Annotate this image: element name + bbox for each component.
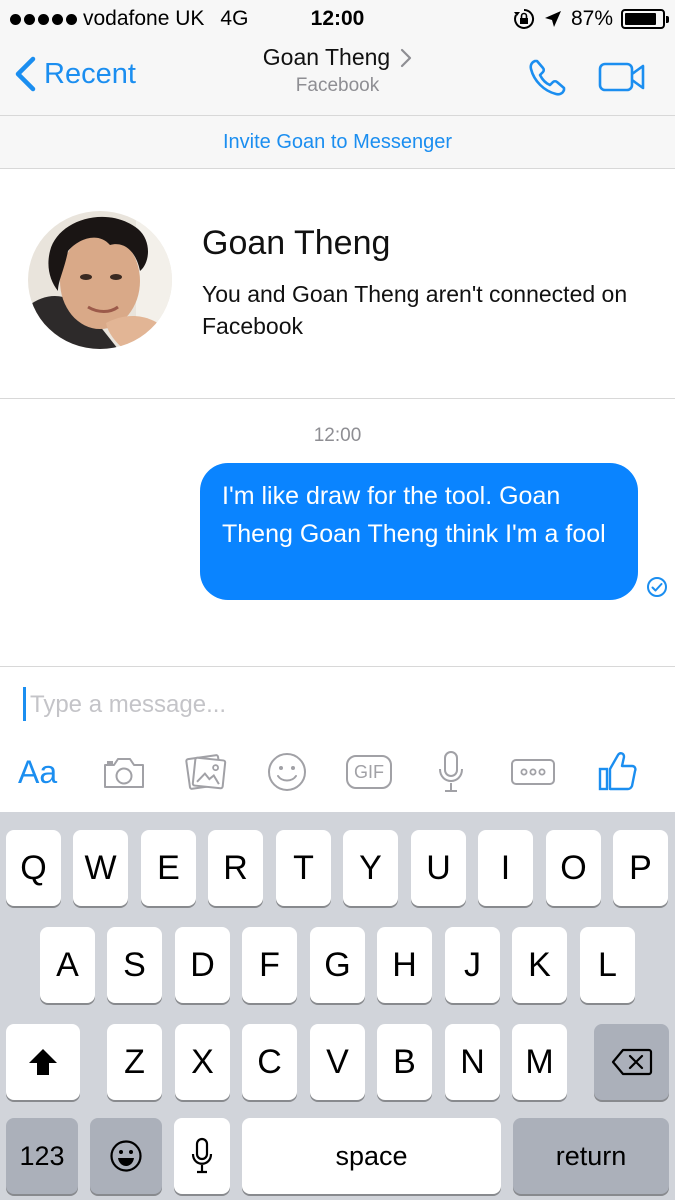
dictation-key[interactable]	[174, 1118, 230, 1194]
avatar[interactable]	[28, 211, 172, 349]
backspace-icon	[611, 1048, 652, 1076]
key-f[interactable]: F	[242, 927, 297, 1003]
key-u[interactable]: U	[411, 830, 466, 906]
numbers-key[interactable]: 123	[6, 1118, 78, 1194]
gif-label: GIF	[346, 755, 392, 789]
key-d[interactable]: D	[175, 927, 230, 1003]
conversation-title[interactable]: Goan Theng Facebook	[0, 44, 675, 97]
key-c[interactable]: C	[242, 1024, 297, 1100]
chevron-right-icon	[401, 48, 412, 67]
key-e[interactable]: E	[141, 830, 196, 906]
battery-icon	[621, 9, 669, 29]
key-w[interactable]: W	[73, 830, 128, 906]
sent-message-bubble[interactable]: I'm like draw for the tool. Goan Theng G…	[200, 463, 638, 600]
message-input[interactable]	[30, 685, 630, 725]
status-bar: vodafone UK 4G 12:00 87%	[0, 0, 675, 38]
video-camera-icon[interactable]	[598, 62, 646, 92]
key-o[interactable]: O	[546, 830, 601, 906]
key-i[interactable]: I	[478, 830, 533, 906]
key-x[interactable]: X	[175, 1024, 230, 1100]
key-a[interactable]: A	[40, 927, 95, 1003]
key-v[interactable]: V	[310, 1024, 365, 1100]
camera-icon[interactable]	[102, 747, 146, 797]
dictation-icon	[191, 1137, 213, 1174]
key-y[interactable]: Y	[343, 830, 398, 906]
thumbs-up-icon[interactable]	[598, 747, 638, 797]
message-sent-check-icon	[647, 577, 667, 597]
contact-subtitle: Facebook	[295, 75, 380, 96]
key-m[interactable]: M	[512, 1024, 567, 1100]
key-r[interactable]: R	[208, 830, 263, 906]
profile-name: Goan Theng	[202, 224, 391, 262]
key-h[interactable]: H	[377, 927, 432, 1003]
on-screen-keyboard: Q W E R T Y U I O P A S D F G H J K L Z …	[0, 812, 675, 1200]
key-l[interactable]: L	[580, 927, 635, 1003]
key-p[interactable]: P	[613, 830, 668, 906]
text-cursor	[23, 687, 26, 721]
shift-key[interactable]	[6, 1024, 80, 1100]
text-format-icon[interactable]: Aa	[18, 747, 57, 797]
key-j[interactable]: J	[445, 927, 500, 1003]
composer-toolbar: Aa GIF	[0, 747, 675, 797]
key-t[interactable]: T	[276, 830, 331, 906]
phone-icon[interactable]	[526, 57, 568, 99]
return-key[interactable]: return	[513, 1118, 669, 1194]
profile-connection-status: You and Goan Theng aren't connected on F…	[202, 281, 628, 339]
key-s[interactable]: S	[107, 927, 162, 1003]
key-k[interactable]: K	[512, 927, 567, 1003]
status-right: 87%	[513, 7, 669, 31]
battery-level	[625, 13, 657, 25]
avatar-image	[28, 211, 172, 349]
backspace-key[interactable]	[594, 1024, 669, 1100]
battery-percent: 87%	[570, 7, 613, 30]
key-z[interactable]: Z	[107, 1024, 162, 1100]
space-key[interactable]: space	[242, 1118, 501, 1194]
contact-profile-card: Goan Theng You and Goan Theng aren't con…	[0, 169, 675, 399]
key-b[interactable]: B	[377, 1024, 432, 1100]
key-n[interactable]: N	[445, 1024, 500, 1100]
shift-icon	[29, 1049, 57, 1075]
rotation-lock-icon	[513, 8, 535, 29]
invite-to-messenger-link[interactable]: Invite Goan to Messenger	[0, 116, 675, 169]
microphone-icon[interactable]	[436, 747, 466, 797]
location-arrow-icon	[544, 11, 561, 27]
gif-icon[interactable]: GIF	[346, 747, 392, 797]
message-timestamp: 12:00	[313, 425, 362, 446]
emoji-icon[interactable]	[266, 747, 308, 797]
key-g[interactable]: G	[310, 927, 365, 1003]
message-composer: Aa GIF	[0, 666, 675, 812]
conversation-header: Recent Goan Theng Facebook	[0, 38, 675, 116]
emoji-keyboard-key[interactable]	[90, 1118, 162, 1194]
contact-name: Goan Theng	[262, 44, 391, 70]
photo-gallery-icon[interactable]	[184, 747, 228, 797]
key-q[interactable]: Q	[6, 830, 61, 906]
more-icon[interactable]	[510, 747, 556, 797]
emoji-keyboard-icon	[110, 1140, 142, 1172]
